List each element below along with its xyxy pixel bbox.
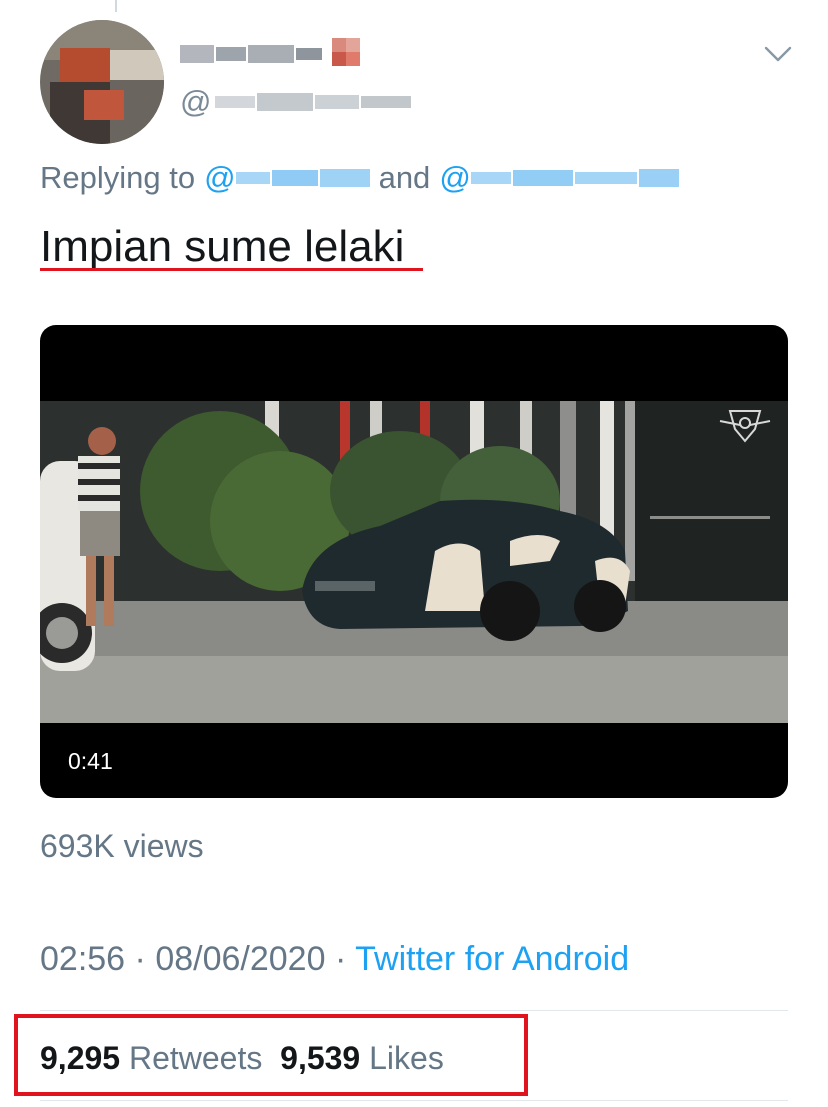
video-player[interactable]: 0:41 [40,325,788,798]
replying-prefix: Replying to [40,160,196,195]
mention-redacted [235,169,370,187]
view-count: 693K views [40,828,204,864]
mention-redacted [470,169,679,187]
avatar-pixel [110,50,164,80]
avatar-pixel [60,48,110,82]
replying-to: Replying to @ and @ [40,160,679,196]
mention-link-1[interactable]: @ [204,160,370,196]
separator-dot: · [334,940,347,978]
tweet-source-link[interactable]: Twitter for Android [355,940,629,978]
highlight-box [14,1014,528,1096]
divider [40,1010,788,1011]
reply-conjunction: and [378,160,431,195]
separator-dot: · [134,940,146,978]
divider [40,1100,788,1101]
tweet-timestamp: 02:56 · 08/06/2020 · Twitter for Android [40,940,629,979]
tweet-date: 08/06/2020 [155,940,326,978]
user-handle: @ [180,84,412,120]
highlight-underline [40,268,423,271]
display-name-redacted[interactable] [180,36,366,72]
chevron-down-icon[interactable] [762,42,794,66]
emoji-redacted-icon [332,38,360,66]
avatar-pixel [84,90,124,120]
tweet-time: 02:56 [40,940,126,978]
mention-link-2[interactable]: @ [439,160,679,196]
avatar[interactable] [40,20,164,144]
tweet-text: Impian sume lelaki [40,222,405,271]
thread-connector [115,0,117,12]
video-duration: 0:41 [68,748,113,774]
video-frame [40,401,788,723]
